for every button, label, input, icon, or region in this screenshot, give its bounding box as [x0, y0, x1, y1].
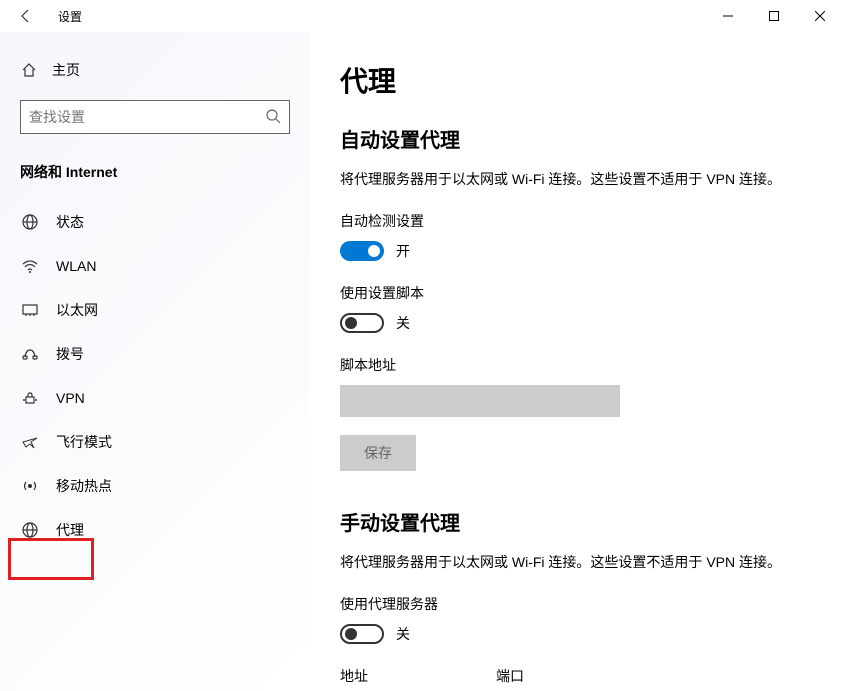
page-title: 代理: [340, 60, 813, 100]
hotspot-icon: [20, 477, 40, 495]
sidebar-home-label: 主页: [52, 60, 80, 80]
minimize-button[interactable]: [705, 0, 751, 32]
sidebar-category: 网络和 Internet: [20, 162, 290, 182]
sidebar: 主页 网络和 Internet 状态 WLAN 以太网: [0, 32, 310, 691]
sidebar-home[interactable]: 主页: [20, 52, 290, 88]
sidebar-item-vpn[interactable]: VPN: [16, 376, 290, 420]
sidebar-item-status[interactable]: 状态: [16, 200, 290, 244]
section-desc-auto: 将代理服务器用于以太网或 Wi-Fi 连接。这些设置不适用于 VPN 连接。: [340, 169, 813, 189]
sidebar-item-wlan[interactable]: WLAN: [16, 244, 290, 288]
back-button[interactable]: [10, 0, 42, 32]
sidebar-item-dialup[interactable]: 拨号: [16, 332, 290, 376]
titlebar: 设置: [0, 0, 843, 32]
sidebar-item-ethernet[interactable]: 以太网: [16, 288, 290, 332]
address-label: 地址: [340, 666, 470, 686]
sidebar-item-label: 代理: [56, 520, 84, 540]
usescript-label: 使用设置脚本: [340, 283, 813, 303]
globe-icon: [20, 521, 40, 539]
home-icon: [20, 62, 38, 78]
sidebar-item-hotspot[interactable]: 移动热点: [16, 464, 290, 508]
sidebar-item-label: 拨号: [56, 344, 84, 364]
useproxy-label: 使用代理服务器: [340, 594, 813, 614]
main-content: 代理 自动设置代理 将代理服务器用于以太网或 Wi-Fi 连接。这些设置不适用于…: [310, 32, 843, 691]
status-icon: [20, 213, 40, 231]
vpn-icon: [20, 389, 40, 407]
sidebar-item-airplane[interactable]: 飞行模式: [16, 420, 290, 464]
script-address-input[interactable]: [340, 385, 620, 417]
sidebar-item-proxy[interactable]: 代理: [16, 508, 290, 552]
sidebar-item-label: VPN: [56, 390, 85, 406]
sidebar-item-label: 状态: [56, 212, 84, 232]
search-input[interactable]: [20, 100, 290, 134]
useproxy-state: 关: [396, 624, 410, 644]
airplane-icon: [20, 433, 40, 451]
autodetect-toggle[interactable]: [340, 241, 384, 261]
autodetect-label: 自动检测设置: [340, 211, 813, 231]
save-button[interactable]: 保存: [340, 435, 416, 471]
usescript-toggle[interactable]: [340, 313, 384, 333]
ethernet-icon: [20, 301, 40, 319]
section-desc-manual: 将代理服务器用于以太网或 Wi-Fi 连接。这些设置不适用于 VPN 连接。: [340, 552, 813, 572]
useproxy-toggle[interactable]: [340, 624, 384, 644]
script-address-label: 脚本地址: [340, 355, 813, 375]
sidebar-item-label: WLAN: [56, 258, 96, 274]
port-label: 端口: [496, 666, 626, 686]
sidebar-item-label: 以太网: [56, 300, 98, 320]
wifi-icon: [20, 257, 40, 275]
dialup-icon: [20, 345, 40, 363]
section-heading-auto: 自动设置代理: [340, 124, 813, 153]
sidebar-item-label: 飞行模式: [56, 432, 112, 452]
search-icon: [265, 108, 281, 127]
search-field[interactable]: [29, 109, 265, 125]
close-button[interactable]: [797, 0, 843, 32]
window-title: 设置: [58, 8, 82, 25]
autodetect-state: 开: [396, 241, 410, 261]
maximize-button[interactable]: [751, 0, 797, 32]
section-heading-manual: 手动设置代理: [340, 507, 813, 536]
window-controls: [705, 0, 843, 32]
sidebar-item-label: 移动热点: [56, 476, 112, 496]
usescript-state: 关: [396, 313, 410, 333]
